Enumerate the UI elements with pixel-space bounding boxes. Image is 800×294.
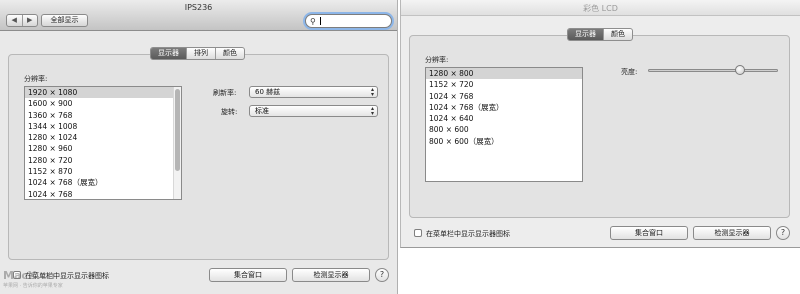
- gather-windows-button[interactable]: 集合窗口: [610, 226, 688, 240]
- resolution-label: 分辨率:: [425, 56, 449, 64]
- resolution-option[interactable]: 1152 × 720: [426, 79, 582, 90]
- detect-displays-button[interactable]: 检测显示器: [292, 268, 370, 282]
- updown-arrows-icon: ▴ ▾: [370, 105, 374, 117]
- right-tab-bar: 显示器 颜色: [567, 28, 633, 41]
- brightness-slider-track[interactable]: [648, 69, 778, 72]
- gather-windows-button[interactable]: 集合窗口: [209, 268, 287, 282]
- resolution-option[interactable]: 1024 × 768: [25, 189, 181, 199]
- resolution-option[interactable]: 1600 × 900: [25, 98, 181, 109]
- brightness-label: 亮度:: [621, 68, 638, 76]
- menu-bar-checkbox-label: 在菜单栏中显示显示器图标: [426, 230, 510, 238]
- resolution-option[interactable]: 1344 × 1008: [25, 121, 181, 132]
- right-window: 彩色 LCD 显示器 颜色 分辨率: 1280 × 800 1152 × 720 1…: [400, 0, 800, 248]
- resolution-option[interactable]: 1152 × 870: [25, 166, 181, 177]
- resolution-label: 分辨率:: [24, 75, 48, 83]
- help-button[interactable]: ?: [375, 268, 389, 282]
- left-window-title: IPS236: [184, 3, 213, 12]
- left-window: IPS236 ◀ ▶ 全部显示 ⚲ 显示器 排列 颜色 分辨率: 1920 × …: [0, 0, 398, 294]
- menu-bar-checkbox[interactable]: [414, 229, 422, 237]
- list-scrollbar[interactable]: [173, 87, 181, 199]
- resolution-option[interactable]: 1360 × 768: [25, 110, 181, 121]
- right-window-title: 彩色 LCD: [583, 4, 618, 13]
- resolution-option[interactable]: 1024 × 768（展宽）: [25, 177, 181, 188]
- resolution-option[interactable]: 800 × 600（展宽）: [426, 136, 582, 147]
- refresh-rate-label: 刷新率:: [213, 89, 237, 97]
- resolution-option[interactable]: 1280 × 1024: [25, 132, 181, 143]
- rotation-select[interactable]: 标准 ▴ ▾: [249, 105, 378, 117]
- resolution-option[interactable]: 1280 × 960: [25, 143, 181, 154]
- resolution-option[interactable]: 1024 × 768（展宽）: [426, 102, 582, 113]
- rotation-value: 标准: [255, 107, 269, 115]
- search-icon: ⚲: [310, 17, 316, 26]
- back-arrow-icon[interactable]: ◀: [7, 15, 22, 26]
- resolution-option[interactable]: 1280 × 720: [25, 155, 181, 166]
- right-titlebar: 彩色 LCD: [401, 0, 800, 16]
- watermark-logo: MacX.cn: [3, 269, 55, 282]
- left-titlebar: IPS236 ◀ ▶ 全部显示 ⚲: [0, 0, 397, 31]
- search-input[interactable]: ⚲: [305, 14, 392, 28]
- resolution-list[interactable]: 1920 × 1080 1600 × 900 1360 × 768 1344 × 10…: [24, 86, 182, 200]
- nav-buttons: ◀ ▶: [6, 14, 38, 27]
- refresh-rate-value: 60 赫兹: [255, 88, 281, 96]
- rotation-label: 旋转:: [221, 108, 238, 116]
- forward-arrow-icon[interactable]: ▶: [21, 15, 38, 26]
- tab-display[interactable]: 显示器: [151, 48, 186, 59]
- scroll-thumb[interactable]: [175, 89, 180, 171]
- resolution-option[interactable]: 1024 × 768: [426, 91, 582, 102]
- resolution-option[interactable]: 1024 × 640: [426, 113, 582, 124]
- tab-arrangement[interactable]: 排列: [186, 48, 215, 59]
- tab-color[interactable]: 颜色: [215, 48, 244, 59]
- tab-color[interactable]: 颜色: [603, 29, 632, 40]
- updown-arrows-icon: ▴ ▾: [370, 86, 374, 98]
- left-tab-bar: 显示器 排列 颜色: [150, 47, 245, 60]
- show-all-button[interactable]: 全部显示: [41, 14, 88, 27]
- resolution-option[interactable]: 1280 × 800: [426, 68, 582, 80]
- watermark-tagline: 苹果网 · 告诉你的苹果专家: [3, 283, 63, 289]
- refresh-rate-select[interactable]: 60 赫兹 ▴ ▾: [249, 86, 378, 98]
- resolution-list[interactable]: 1280 × 800 1152 × 720 1024 × 768 1024 × 768…: [425, 67, 583, 182]
- help-button[interactable]: ?: [776, 226, 790, 240]
- detect-displays-button[interactable]: 检测显示器: [693, 226, 771, 240]
- resolution-option[interactable]: 800 × 600: [426, 124, 582, 135]
- resolution-option[interactable]: 1920 × 1080: [25, 87, 181, 99]
- tab-display[interactable]: 显示器: [568, 29, 603, 40]
- text-caret: [320, 17, 321, 25]
